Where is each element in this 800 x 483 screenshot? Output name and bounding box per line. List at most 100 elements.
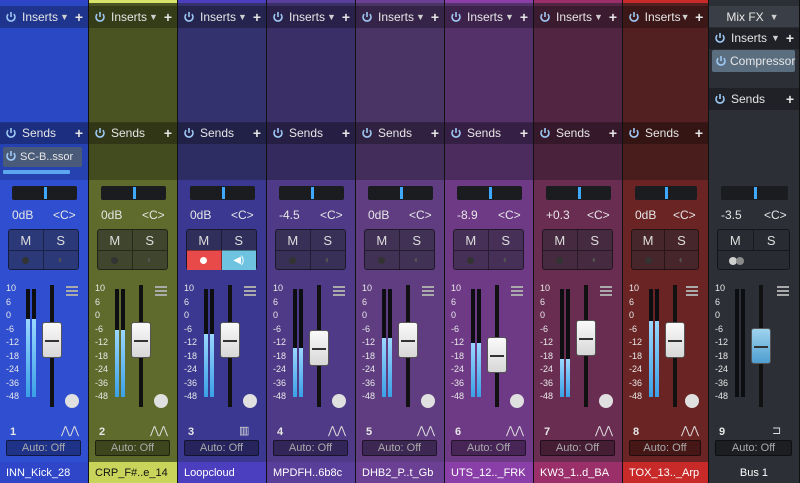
volume-value[interactable]: -4.5 bbox=[279, 208, 300, 222]
volume-fader[interactable] bbox=[220, 321, 240, 358]
power-icon[interactable] bbox=[448, 9, 464, 25]
power-icon[interactable] bbox=[712, 91, 728, 107]
channel-mode-icon[interactable] bbox=[66, 283, 78, 296]
power-icon[interactable] bbox=[3, 9, 19, 25]
solo-button[interactable]: S bbox=[489, 230, 524, 250]
mix-fx-selector[interactable]: Mix FX ▼ bbox=[709, 6, 799, 28]
channel-mode-icon[interactable] bbox=[422, 283, 434, 296]
channel-name[interactable]: KW3_1..d_BA bbox=[534, 462, 622, 483]
automation-mode[interactable]: Auto: Off bbox=[362, 440, 437, 456]
add-icon[interactable]: + bbox=[692, 9, 706, 25]
monitor-button[interactable]: ◐ bbox=[43, 250, 78, 270]
power-icon[interactable] bbox=[181, 125, 197, 141]
pan-slider[interactable] bbox=[546, 186, 611, 200]
solo-button[interactable]: S bbox=[44, 230, 79, 250]
add-icon[interactable]: + bbox=[250, 9, 264, 25]
add-icon[interactable]: + bbox=[72, 9, 86, 25]
volume-value[interactable]: 0dB bbox=[101, 208, 122, 222]
monitor-button[interactable]: ◐ bbox=[488, 250, 523, 270]
waveform-icon[interactable]: ⋀⋀ bbox=[61, 424, 79, 437]
mute-button[interactable]: M bbox=[454, 230, 489, 250]
automation-mode[interactable]: Auto: Off bbox=[451, 440, 526, 456]
pan-value[interactable]: <C> bbox=[409, 208, 432, 222]
dropdown-arrow-icon[interactable]: ▼ bbox=[416, 12, 428, 22]
add-icon[interactable]: + bbox=[428, 9, 442, 25]
power-icon[interactable] bbox=[5, 150, 17, 165]
pan-knob-icon[interactable] bbox=[332, 394, 346, 408]
pan-knob-icon[interactable] bbox=[685, 394, 699, 408]
monitor-button[interactable]: ◀) bbox=[221, 250, 256, 270]
power-icon[interactable] bbox=[712, 30, 728, 46]
volume-value[interactable]: -8.9 bbox=[457, 208, 478, 222]
power-icon[interactable] bbox=[270, 9, 286, 25]
pan-slider[interactable] bbox=[279, 186, 344, 200]
dropdown-arrow-icon[interactable]: ▼ bbox=[681, 12, 693, 22]
add-icon[interactable]: + bbox=[72, 125, 86, 141]
volume-value[interactable]: 0dB bbox=[190, 208, 211, 222]
dropdown-arrow-icon[interactable]: ▼ bbox=[149, 12, 161, 22]
solo-button[interactable]: S bbox=[311, 230, 346, 250]
power-icon[interactable] bbox=[537, 125, 553, 141]
automation-mode[interactable]: Auto: Off bbox=[184, 440, 259, 456]
solo-button[interactable]: S bbox=[400, 230, 435, 250]
record-arm-button[interactable] bbox=[187, 250, 222, 270]
channel-mode-icon[interactable] bbox=[777, 283, 789, 296]
channel-name[interactable]: INN_Kick_28 bbox=[0, 462, 88, 483]
record-arm-button[interactable] bbox=[543, 250, 578, 270]
channel-name[interactable]: UTS_12.._FRK bbox=[445, 462, 533, 483]
add-icon[interactable]: + bbox=[161, 125, 175, 141]
volume-fader[interactable] bbox=[131, 321, 151, 358]
record-arm-button[interactable] bbox=[365, 250, 400, 270]
power-icon[interactable] bbox=[92, 125, 108, 141]
pan-slider[interactable] bbox=[721, 186, 788, 200]
dropdown-arrow-icon[interactable]: ▼ bbox=[594, 12, 606, 22]
waveform-icon[interactable]: ⋀⋀ bbox=[328, 424, 346, 437]
automation-mode[interactable]: Auto: Off bbox=[715, 440, 792, 456]
pan-value[interactable]: <C> bbox=[673, 208, 696, 222]
power-icon[interactable] bbox=[359, 9, 375, 25]
insert-slot-compressor[interactable]: Compressor bbox=[712, 50, 795, 72]
pan-value[interactable]: <C> bbox=[764, 208, 787, 222]
add-icon[interactable]: + bbox=[161, 9, 175, 25]
channel-name[interactable]: TOX_13.._Arp bbox=[623, 462, 708, 483]
waveform-icon[interactable]: ⋀⋀ bbox=[150, 424, 168, 437]
channel-mode-icon[interactable] bbox=[600, 283, 612, 296]
channel-name[interactable]: Loopcloud bbox=[178, 462, 266, 483]
dropdown-arrow-icon[interactable]: ▼ bbox=[505, 12, 517, 22]
monitor-button[interactable]: ◐ bbox=[577, 250, 612, 270]
mute-button[interactable]: M bbox=[9, 230, 44, 250]
volume-fader[interactable] bbox=[42, 321, 62, 358]
pan-knob-icon[interactable] bbox=[65, 394, 79, 408]
pan-slider[interactable] bbox=[368, 186, 433, 200]
mute-button[interactable]: M bbox=[543, 230, 578, 250]
automation-mode[interactable]: Auto: Off bbox=[6, 440, 81, 456]
volume-fader[interactable] bbox=[751, 327, 771, 364]
add-icon[interactable]: + bbox=[692, 125, 706, 141]
power-icon[interactable] bbox=[3, 125, 19, 141]
channel-mode-icon[interactable] bbox=[155, 283, 167, 296]
monitor-button[interactable]: ◐ bbox=[399, 250, 434, 270]
add-icon[interactable]: + bbox=[517, 125, 531, 141]
pan-knob-icon[interactable] bbox=[510, 394, 524, 408]
volume-fader[interactable] bbox=[398, 321, 418, 358]
power-icon[interactable] bbox=[270, 125, 286, 141]
dropdown-arrow-icon[interactable]: ▼ bbox=[771, 33, 783, 43]
channel-name[interactable]: Bus 1 bbox=[709, 462, 799, 483]
add-icon[interactable]: + bbox=[428, 125, 442, 141]
waveform-icon[interactable]: ⋀⋀ bbox=[417, 424, 435, 437]
pan-slider[interactable] bbox=[101, 186, 166, 200]
power-icon[interactable] bbox=[92, 9, 108, 25]
add-icon[interactable]: + bbox=[339, 9, 353, 25]
waveform-icon[interactable]: ⋀⋀ bbox=[681, 424, 699, 437]
automation-mode[interactable]: Auto: Off bbox=[540, 440, 615, 456]
solo-button[interactable]: S bbox=[578, 230, 613, 250]
power-icon[interactable] bbox=[181, 9, 197, 25]
volume-value[interactable]: 0dB bbox=[12, 208, 33, 222]
pan-value[interactable]: <C> bbox=[53, 208, 76, 222]
power-icon[interactable] bbox=[359, 125, 375, 141]
pan-knob-icon[interactable] bbox=[421, 394, 435, 408]
channel-name[interactable]: CRP_F#..e_14 bbox=[89, 462, 177, 483]
add-icon[interactable]: + bbox=[783, 30, 797, 46]
volume-fader[interactable] bbox=[309, 330, 329, 367]
add-icon[interactable]: + bbox=[250, 125, 264, 141]
